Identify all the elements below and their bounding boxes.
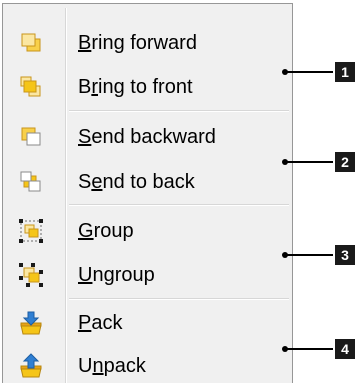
menu-item-label: Unpack (78, 355, 146, 377)
callout-2-line (285, 161, 333, 163)
ungroup-icon (18, 262, 44, 288)
menu-item-label: Pack (78, 312, 123, 334)
arrange-context-menu: Bring forward Bring to front Send backwa… (2, 3, 293, 383)
menu-item-bring-forward[interactable]: Bring forward (3, 20, 292, 64)
callout-badge-1: 1 (335, 62, 355, 82)
menu-item-unpack[interactable]: Unpack (3, 343, 292, 383)
callout-1-line (285, 71, 333, 73)
callout-4-line (285, 348, 333, 350)
menu-separator (69, 298, 289, 300)
menu-item-group[interactable]: Group (3, 208, 292, 252)
menu-item-label: Send backward (78, 126, 216, 148)
unpack-icon (18, 353, 44, 379)
send-backward-icon (18, 124, 44, 150)
bring-forward-icon (18, 30, 44, 56)
callout-badge-2: 2 (335, 152, 355, 172)
bring-to-front-icon (18, 74, 44, 100)
callout-3-line (285, 254, 333, 256)
send-to-back-icon (18, 169, 44, 195)
menu-item-ungroup[interactable]: Ungroup (3, 252, 292, 296)
callout-badge-4: 4 (335, 339, 355, 359)
menu-separator (69, 204, 289, 206)
menu-item-send-to-back[interactable]: Send to back (3, 159, 292, 203)
menu-item-label: Bring forward (78, 32, 197, 54)
pack-icon (18, 310, 44, 336)
menu-item-bring-to-front[interactable]: Bring to front (3, 64, 292, 108)
callout-badge-3: 3 (335, 245, 355, 265)
menu-item-label: Group (78, 220, 134, 242)
group-icon (18, 218, 44, 244)
menu-separator (69, 110, 289, 112)
menu-item-send-backward[interactable]: Send backward (3, 114, 292, 158)
screenshot-stage: Bring forward Bring to front Send backwa… (0, 0, 360, 383)
menu-item-label: Send to back (78, 171, 195, 193)
menu-item-label: Bring to front (78, 76, 193, 98)
menu-item-label: Ungroup (78, 264, 155, 286)
menu-item-pack[interactable]: Pack (3, 300, 292, 344)
